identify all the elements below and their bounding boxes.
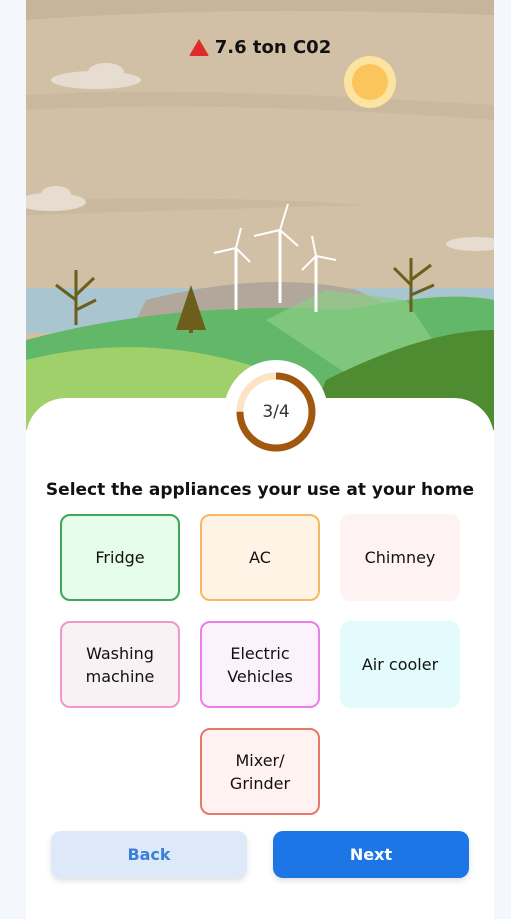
appliance-option-air-cooler[interactable]: Air cooler [340, 621, 460, 708]
appliance-option-mixer-grinder[interactable]: Mixer/ Grinder [200, 728, 320, 815]
option-label: Electric Vehicles [227, 643, 293, 686]
appliance-option-chimney[interactable]: Chimney [340, 514, 460, 601]
option-label: Chimney [364, 548, 436, 567]
option-label: AC [249, 548, 271, 567]
question-title: Select the appliances your use at your h… [45, 480, 475, 500]
appliance-option-ac[interactable]: AC [200, 514, 320, 601]
next-button[interactable]: Next [273, 831, 469, 878]
option-label: Fridge [95, 548, 145, 567]
sun-icon [344, 56, 396, 108]
appliance-option-electric-vehicles[interactable]: Electric Vehicles [200, 621, 320, 708]
emission-value: 7.6 ton C02 [214, 37, 332, 58]
emission-badge: 7.6 ton C02 [26, 37, 494, 58]
progress-label: 3/4 [262, 402, 290, 422]
appliance-option-washing-machine[interactable]: Washing machine [60, 621, 180, 708]
progress-ring: 3/4 [224, 360, 328, 464]
app-card: 7.6 ton C02 3/4 Select the appliances yo… [26, 0, 494, 919]
option-label: Washing machine [85, 643, 155, 686]
back-button[interactable]: Back [51, 831, 247, 878]
appliance-option-fridge[interactable]: Fridge [60, 514, 180, 601]
warning-triangle-icon [188, 39, 209, 56]
option-label: Mixer/ Grinder [229, 750, 291, 793]
option-label: Air cooler [361, 655, 439, 674]
